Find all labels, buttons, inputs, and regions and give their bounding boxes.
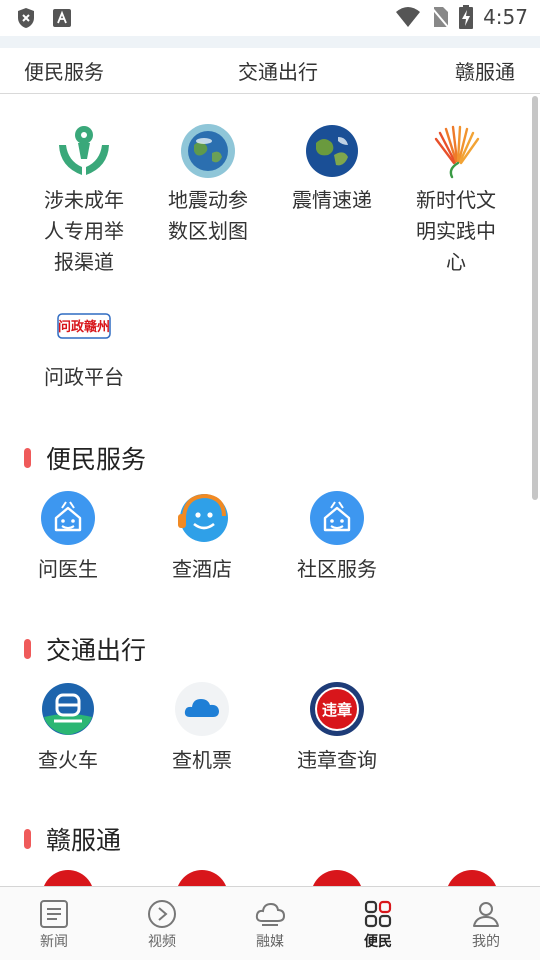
tab-label: 新闻 xyxy=(40,934,68,950)
section-title-text: 赣服通 xyxy=(46,826,122,855)
scrollbar[interactable] xyxy=(532,96,538,500)
cloud-icon xyxy=(255,902,286,926)
tab-label: 融媒 xyxy=(256,934,284,950)
header-strip xyxy=(0,36,540,48)
violation-badge-text: 违章 xyxy=(322,701,352,719)
smiley-headset-icon xyxy=(178,493,228,542)
grid-item-label: 新时代文明实践中心 xyxy=(416,188,496,274)
category-nav: 便民服务 交通出行 赣服通 xyxy=(0,48,540,94)
shield-icon xyxy=(18,8,34,28)
grid-item-civilization-center[interactable]: 新时代文明实践中心 xyxy=(390,123,522,278)
service-label: 违章查询 xyxy=(297,748,377,772)
nav-item-ganfutong[interactable]: 赣服通 xyxy=(455,56,515,85)
house-icon xyxy=(310,491,364,545)
tab-convenience[interactable]: 便民 xyxy=(324,887,432,960)
user-icon xyxy=(473,902,499,927)
cloud-icon xyxy=(175,682,229,736)
grid-item-label: 问政平台 xyxy=(44,365,124,389)
section-title-convenience: 便民服务 xyxy=(24,441,146,475)
grid-item-minor-report[interactable]: 涉未成年人专用举报渠道 xyxy=(18,123,150,278)
tab-label: 便民 xyxy=(364,934,392,950)
video-icon xyxy=(148,900,176,928)
service-community[interactable]: 社区服务 xyxy=(272,490,402,582)
news-icon xyxy=(40,900,68,928)
grid-icon xyxy=(364,900,392,928)
nav-item-transport[interactable]: 交通出行 xyxy=(238,56,318,85)
section-accent-bar xyxy=(24,448,31,468)
grid-item-label: 地震动参数区划图 xyxy=(168,188,248,243)
tab-media[interactable]: 融媒 xyxy=(216,887,324,960)
battery-charging-icon xyxy=(459,5,474,29)
tab-news[interactable]: 新闻 xyxy=(0,887,108,960)
keyboard-icon xyxy=(53,9,71,27)
wenzheng-logo-icon: 问政赣州 xyxy=(57,313,111,339)
tab-label: 视频 xyxy=(148,934,176,950)
service-hotel[interactable]: 查酒店 xyxy=(137,490,267,582)
nav-item-convenience[interactable]: 便民服务 xyxy=(24,56,104,85)
section-accent-bar xyxy=(24,829,31,849)
service-train[interactable]: 查火车 xyxy=(3,681,133,773)
section-accent-bar xyxy=(24,639,31,659)
tab-video[interactable]: 视频 xyxy=(108,887,216,960)
grid-item-label: 涉未成年人专用举报渠道 xyxy=(44,188,124,274)
service-flight[interactable]: 查机票 xyxy=(137,681,267,773)
globe-icon xyxy=(181,124,235,178)
bottom-tab-bar: 新闻 视频 融媒 便民 我的 xyxy=(0,886,540,960)
grid-item-seismic-map[interactable]: 地震动参数区划图 xyxy=(142,123,274,247)
train-icon xyxy=(42,683,94,735)
service-ask-doctor[interactable]: 问医生 xyxy=(3,490,133,582)
section-title-text: 便民服务 xyxy=(46,445,147,474)
house-icon xyxy=(41,491,95,545)
tab-label: 我的 xyxy=(472,934,500,950)
grid-item-quake-news[interactable]: 震情速递 xyxy=(266,123,398,216)
service-violation[interactable]: 违章 违章查询 xyxy=(272,681,402,773)
service-label: 查酒店 xyxy=(172,557,232,581)
civilization-logo-icon xyxy=(434,125,480,179)
violation-icon: 违章 xyxy=(310,682,364,736)
grid-item-wenzheng[interactable]: 问政赣州 问政平台 xyxy=(18,300,150,393)
earth-icon xyxy=(306,125,358,177)
service-label: 问医生 xyxy=(38,557,98,581)
grid-item-label: 震情速递 xyxy=(292,188,372,212)
clock: 4:57 xyxy=(483,5,528,29)
wifi-icon xyxy=(396,7,421,27)
service-label: 查火车 xyxy=(38,748,98,772)
status-bar: 4:57 xyxy=(0,0,540,36)
tab-mine[interactable]: 我的 xyxy=(432,887,540,960)
wenzheng-logo-text: 问政赣州 xyxy=(58,319,110,335)
service-label: 社区服务 xyxy=(297,557,377,581)
section-title-ganfutong: 赣服通 xyxy=(24,822,121,856)
service-label: 查机票 xyxy=(172,748,232,772)
section-title-text: 交通出行 xyxy=(46,636,147,665)
no-sim-icon xyxy=(431,7,449,28)
child-protection-icon xyxy=(59,126,109,175)
section-title-transport: 交通出行 xyxy=(24,632,146,666)
